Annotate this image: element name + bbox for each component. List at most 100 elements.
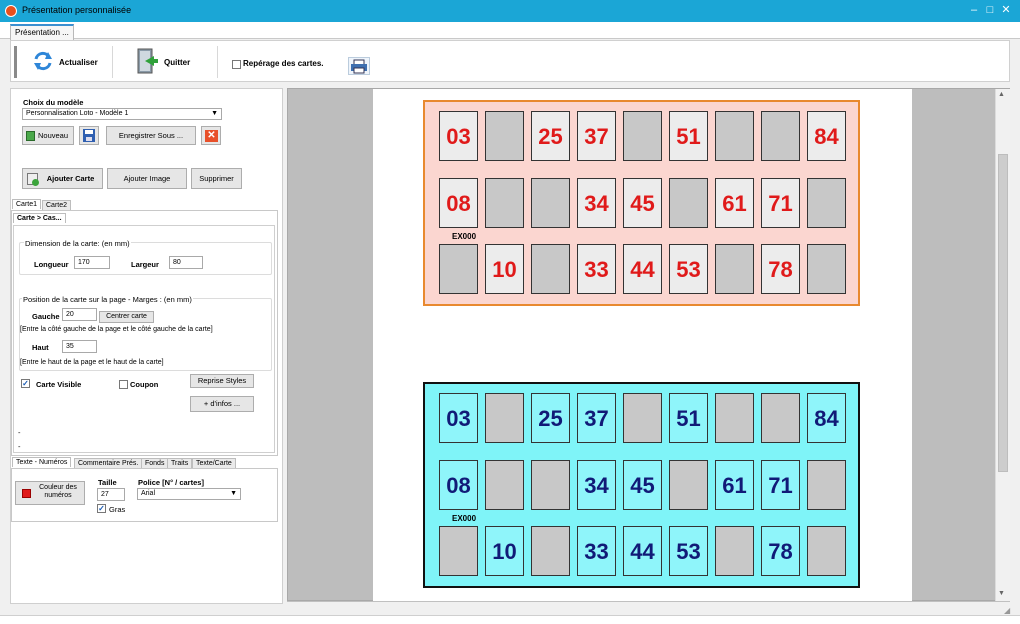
- scroll-down-icon[interactable]: ▼: [998, 590, 1005, 597]
- length-input[interactable]: 170: [74, 256, 110, 269]
- print-icon[interactable]: [348, 57, 370, 75]
- number-color-label: Couleur des numéros: [39, 484, 77, 499]
- delete-model-button[interactable]: ✕: [201, 126, 221, 145]
- add-image-button[interactable]: Ajouter Image: [107, 168, 187, 189]
- empty-cell[interactable]: [485, 178, 524, 228]
- number-cell[interactable]: 37: [577, 393, 616, 443]
- empty-cell[interactable]: [715, 111, 754, 161]
- tab-carte1[interactable]: Carte1: [12, 199, 42, 209]
- number-cell[interactable]: 25: [531, 393, 570, 443]
- tab-presentation[interactable]: Présentation ...: [10, 24, 74, 40]
- center-card-button[interactable]: Centrer carte: [99, 311, 154, 323]
- refresh-button[interactable]: Actualiser: [59, 58, 98, 67]
- scroll-thumb[interactable]: [998, 154, 1008, 472]
- number-cell[interactable]: 03: [439, 393, 478, 443]
- tab-text-numbers[interactable]: Texte - Numéros: [12, 457, 72, 467]
- bold-checkbox[interactable]: ✓: [97, 504, 106, 513]
- font-label: Police [N° / cartes]: [138, 478, 204, 487]
- quit-button[interactable]: Quitter: [164, 58, 190, 67]
- number-color-button[interactable]: Couleur des numéros: [15, 481, 85, 505]
- number-cell[interactable]: 71: [761, 460, 800, 510]
- number-cell[interactable]: 03: [439, 111, 478, 161]
- save-as-button[interactable]: Enregistrer Sous ...: [106, 126, 196, 145]
- empty-cell[interactable]: [531, 526, 570, 576]
- empty-cell[interactable]: [715, 393, 754, 443]
- empty-cell[interactable]: [807, 244, 846, 294]
- number-cell[interactable]: 61: [715, 460, 754, 510]
- number-cell[interactable]: 78: [761, 244, 800, 294]
- empty-cell[interactable]: [807, 526, 846, 576]
- number-cell[interactable]: 71: [761, 178, 800, 228]
- empty-cell[interactable]: [715, 244, 754, 294]
- width-input[interactable]: 80: [169, 256, 203, 269]
- number-cell[interactable]: 44: [623, 526, 662, 576]
- card-visible-checkbox[interactable]: ✓: [21, 379, 30, 388]
- chevron-down-icon: ▼: [211, 110, 218, 117]
- new-model-button[interactable]: Nouveau: [22, 126, 74, 145]
- empty-cell[interactable]: [715, 526, 754, 576]
- number-cell[interactable]: 34: [577, 460, 616, 510]
- empty-cell[interactable]: [439, 244, 478, 294]
- coupon-label: Coupon: [130, 380, 159, 389]
- empty-cell[interactable]: [531, 460, 570, 510]
- empty-cell[interactable]: [485, 460, 524, 510]
- empty-cell[interactable]: [439, 526, 478, 576]
- number-cell[interactable]: 84: [807, 111, 846, 161]
- exit-door-icon[interactable]: [135, 47, 159, 75]
- add-card-button[interactable]: Ajouter Carte: [22, 168, 103, 189]
- number-cell[interactable]: 44: [623, 244, 662, 294]
- size-input[interactable]: 27: [97, 488, 125, 501]
- empty-cell[interactable]: [531, 244, 570, 294]
- close-icon[interactable]: ✕: [999, 3, 1013, 18]
- scroll-up-icon[interactable]: ▲: [998, 91, 1005, 98]
- font-select[interactable]: Arial ▼: [137, 488, 241, 500]
- empty-cell[interactable]: [807, 178, 846, 228]
- empty-cell[interactable]: [669, 460, 708, 510]
- number-cell[interactable]: 53: [669, 526, 708, 576]
- number-cell[interactable]: 37: [577, 111, 616, 161]
- empty-cell[interactable]: [485, 393, 524, 443]
- number-cell[interactable]: 61: [715, 178, 754, 228]
- tab-card-cells[interactable]: Carte > Cas...: [13, 213, 66, 223]
- empty-cell[interactable]: [531, 178, 570, 228]
- empty-cell[interactable]: [669, 178, 708, 228]
- empty-cell[interactable]: [761, 393, 800, 443]
- reprise-styles-button[interactable]: Reprise Styles: [190, 374, 254, 388]
- number-cell[interactable]: 34: [577, 178, 616, 228]
- empty-cell[interactable]: [623, 393, 662, 443]
- number-cell[interactable]: 45: [623, 460, 662, 510]
- maximize-icon[interactable]: □: [983, 3, 997, 18]
- number-cell[interactable]: 53: [669, 244, 708, 294]
- top-margin-label: Haut: [32, 343, 49, 352]
- coupon-checkbox[interactable]: [119, 380, 128, 389]
- number-cell[interactable]: 25: [531, 111, 570, 161]
- lotto-card-2[interactable]: 03 25 37 51 84 08 34 45 61 71 10 33 44 53 78 EX000: [423, 382, 860, 588]
- save-button[interactable]: [79, 126, 99, 145]
- chevron-down-icon: ▼: [230, 490, 237, 497]
- number-cell[interactable]: 84: [807, 393, 846, 443]
- number-cell[interactable]: 78: [761, 526, 800, 576]
- minimize-icon[interactable]: –: [967, 3, 981, 18]
- number-cell[interactable]: 45: [623, 178, 662, 228]
- delete-card-button[interactable]: Supprimer: [191, 168, 242, 189]
- number-cell[interactable]: 33: [577, 526, 616, 576]
- lotto-card-1[interactable]: 03 25 37 51 84 08 34 45 61 71 10 33 44 53 78 EX000: [423, 100, 860, 306]
- top-margin-input[interactable]: 35: [62, 340, 97, 353]
- marking-checkbox[interactable]: [232, 60, 241, 69]
- number-cell[interactable]: 08: [439, 460, 478, 510]
- empty-cell[interactable]: [761, 111, 800, 161]
- more-infos-button[interactable]: + d'infos ...: [190, 396, 254, 412]
- model-select-value: Personnalisation Loto - Modèle 1: [26, 110, 129, 117]
- number-cell[interactable]: 51: [669, 393, 708, 443]
- number-cell[interactable]: 08: [439, 178, 478, 228]
- refresh-icon[interactable]: [32, 50, 54, 72]
- model-select[interactable]: Personnalisation Loto - Modèle 1 ▼: [22, 108, 222, 120]
- empty-cell[interactable]: [485, 111, 524, 161]
- left-margin-input[interactable]: 20: [62, 308, 97, 321]
- number-cell[interactable]: 33: [577, 244, 616, 294]
- empty-cell[interactable]: [623, 111, 662, 161]
- empty-cell[interactable]: [807, 460, 846, 510]
- number-cell[interactable]: 51: [669, 111, 708, 161]
- number-cell[interactable]: 10: [485, 526, 524, 576]
- number-cell[interactable]: 10: [485, 244, 524, 294]
